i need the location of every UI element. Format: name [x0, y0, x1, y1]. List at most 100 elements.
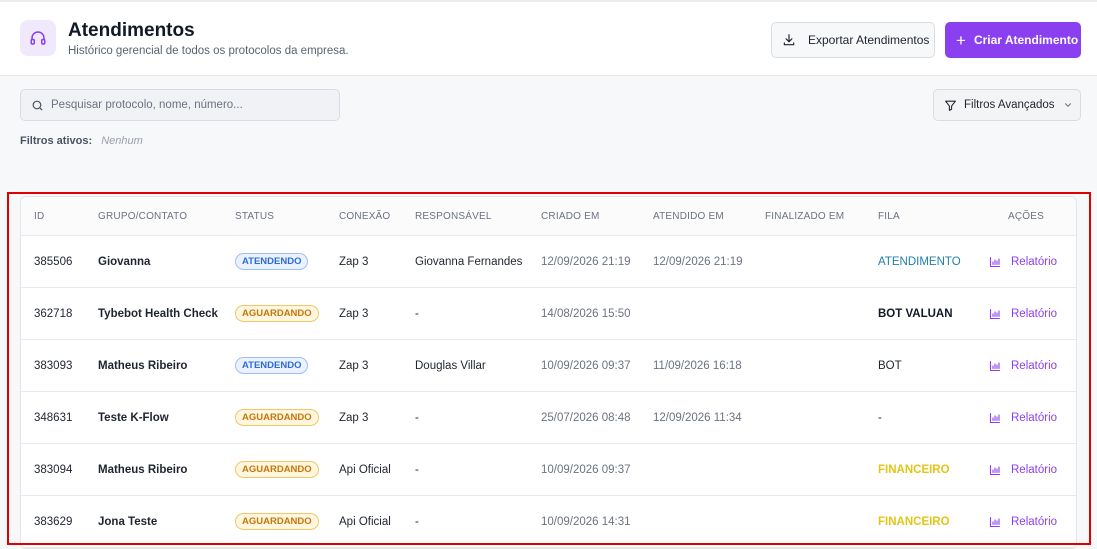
headset-icon — [20, 20, 56, 56]
bar-chart-icon — [989, 256, 1001, 267]
cell-contact: Matheus Ribeiro — [98, 359, 188, 372]
report-link[interactable]: Relatório — [989, 516, 1057, 528]
search-icon — [32, 100, 43, 110]
cell-queue: FINANCEIRO — [878, 515, 950, 528]
status-badge: AGUARDANDO — [235, 461, 319, 478]
table-header: ID GRUPO/CONTATO STATUS CONEXÃO RESPONSÁ… — [21, 197, 1076, 236]
table-row[interactable]: 383094 Matheus Ribeiro AGUARDANDO Api Ofici… — [21, 444, 1076, 496]
export-button[interactable]: Exportar Atendimentos — [771, 22, 935, 58]
advanced-filters-label: Filtros Avançados — [964, 99, 1055, 111]
col-created[interactable]: CRIADO EM — [541, 197, 599, 235]
bar-chart-icon — [989, 464, 1001, 475]
cell-attended: 12/09/2026 21:19 — [653, 255, 743, 268]
cell-contact: Jona Teste — [98, 515, 158, 528]
download-icon — [783, 34, 795, 46]
cell-connection: Zap 3 — [339, 307, 369, 320]
cell-id: 348631 — [34, 411, 73, 424]
cell-queue: BOT VALUAN — [878, 307, 953, 320]
col-connection[interactable]: CONEXÃO — [339, 197, 390, 235]
cell-id: 362718 — [34, 307, 73, 320]
cell-attended: 12/09/2026 11:34 — [653, 411, 742, 424]
cell-id: 385506 — [34, 255, 73, 268]
cell-connection: Api Oficial — [339, 463, 391, 476]
create-button[interactable]: + Criar Atendimento — [945, 22, 1081, 58]
col-responsible[interactable]: RESPONSÁVEL — [415, 197, 492, 235]
table-row[interactable]: 383093 Matheus Ribeiro ATENDENDO Zap 3 Dougl… — [21, 340, 1076, 392]
report-link[interactable]: Relatório — [989, 412, 1057, 424]
report-link-label: Relatório — [1011, 359, 1058, 372]
col-attended[interactable]: ATENDIDO EM — [653, 197, 724, 235]
cell-actions: Relatório — [989, 288, 1057, 339]
cell-responsible: Giovanna Fernandes — [415, 255, 523, 268]
cell-created: 12/09/2026 21:19 — [541, 255, 631, 268]
table-row[interactable]: 383629 Jona Teste AGUARDANDO Api Oficial - 10… — [21, 496, 1076, 548]
cell-status: AGUARDANDO — [235, 288, 319, 339]
table-row[interactable]: 362718 Tybebot Health Check AGUARDANDO Zap … — [21, 288, 1076, 340]
report-link-label: Relatório — [1011, 463, 1058, 476]
report-link[interactable]: Relatório — [989, 360, 1057, 372]
status-badge: ATENDENDO — [235, 357, 309, 374]
bar-chart-icon — [989, 516, 1001, 527]
report-link[interactable]: Relatório — [989, 256, 1057, 268]
cell-queue: FINANCEIRO — [878, 463, 950, 476]
status-badge: AGUARDANDO — [235, 513, 319, 530]
bar-chart-icon — [989, 308, 1001, 319]
col-actions: AÇÕES — [1008, 210, 1045, 222]
cell-created: 10/09/2026 09:37 — [541, 463, 631, 476]
cell-contact: Matheus Ribeiro — [98, 463, 188, 476]
cell-created: 25/07/2026 08:48 — [541, 411, 631, 424]
export-button-label: Exportar Atendimentos — [808, 33, 930, 47]
cell-status: AGUARDANDO — [235, 496, 319, 547]
cell-queue: ATENDIMENTO — [878, 255, 961, 268]
cell-contact: Giovanna — [98, 255, 151, 268]
table-row[interactable]: 348631 Teste K-Flow AGUARDANDO Zap 3 - 25/07/… — [21, 392, 1076, 444]
table-row[interactable]: 385506 Giovanna ATENDENDO Zap 3 Giovanna Fer… — [21, 236, 1076, 288]
report-link-label: Relatório — [1011, 255, 1058, 268]
page-subtitle: Histórico gerencial de todos os protocol… — [68, 45, 349, 57]
col-contact[interactable]: GRUPO/CONTATO — [98, 197, 187, 235]
cell-connection: Api Oficial — [339, 515, 391, 528]
cell-responsible: - — [415, 515, 419, 528]
filter-icon — [945, 100, 956, 111]
cell-connection: Zap 3 — [339, 359, 369, 372]
cell-id: 383629 — [34, 515, 73, 528]
cell-responsible: - — [415, 307, 419, 320]
chevron-down-icon — [1064, 103, 1071, 107]
cell-status: ATENDENDO — [235, 340, 309, 391]
cell-connection: Zap 3 — [339, 411, 369, 424]
active-filters: Filtros ativos: Nenhum — [20, 135, 143, 147]
cell-status: ATENDENDO — [235, 236, 309, 287]
cell-responsible: - — [415, 463, 419, 476]
bar-chart-icon — [989, 412, 1001, 423]
col-queue[interactable]: FILA — [878, 197, 900, 235]
report-link[interactable]: Relatório — [989, 464, 1057, 476]
cell-attended: 11/09/2026 16:18 — [653, 359, 742, 372]
cell-id: 383093 — [34, 359, 73, 372]
cell-created: 10/09/2026 14:31 — [541, 515, 631, 528]
report-link[interactable]: Relatório — [989, 308, 1057, 320]
cell-status: AGUARDANDO — [235, 392, 319, 443]
col-status[interactable]: STATUS — [235, 197, 274, 235]
active-filters-label: Filtros ativos: — [20, 135, 93, 147]
status-badge: AGUARDANDO — [235, 409, 319, 426]
cell-contact: Tybebot Health Check — [98, 307, 218, 320]
col-id[interactable]: ID — [34, 197, 44, 235]
search-input[interactable] — [51, 99, 321, 111]
cell-status: AGUARDANDO — [235, 444, 319, 495]
report-link-label: Relatório — [1011, 515, 1058, 528]
cell-actions: Relatório — [989, 444, 1057, 495]
col-finalized[interactable]: FINALIZADO EM — [765, 197, 844, 235]
search-box[interactable] — [20, 89, 340, 121]
cell-queue: - — [878, 411, 882, 424]
plus-icon: + — [956, 30, 966, 50]
cell-actions: Relatório — [989, 392, 1057, 443]
active-filters-value: Nenhum — [101, 135, 143, 147]
status-badge: AGUARDANDO — [235, 305, 319, 322]
status-badge: ATENDENDO — [235, 253, 309, 270]
cell-id: 383094 — [34, 463, 73, 476]
create-button-label: Criar Atendimento — [973, 33, 1079, 47]
cell-created: 10/09/2026 09:37 — [541, 359, 631, 372]
page-header: Atendimentos Histórico gerencial de todo… — [0, 0, 1097, 76]
report-link-label: Relatório — [1011, 411, 1058, 424]
advanced-filters-button[interactable]: Filtros Avançados — [933, 89, 1081, 121]
